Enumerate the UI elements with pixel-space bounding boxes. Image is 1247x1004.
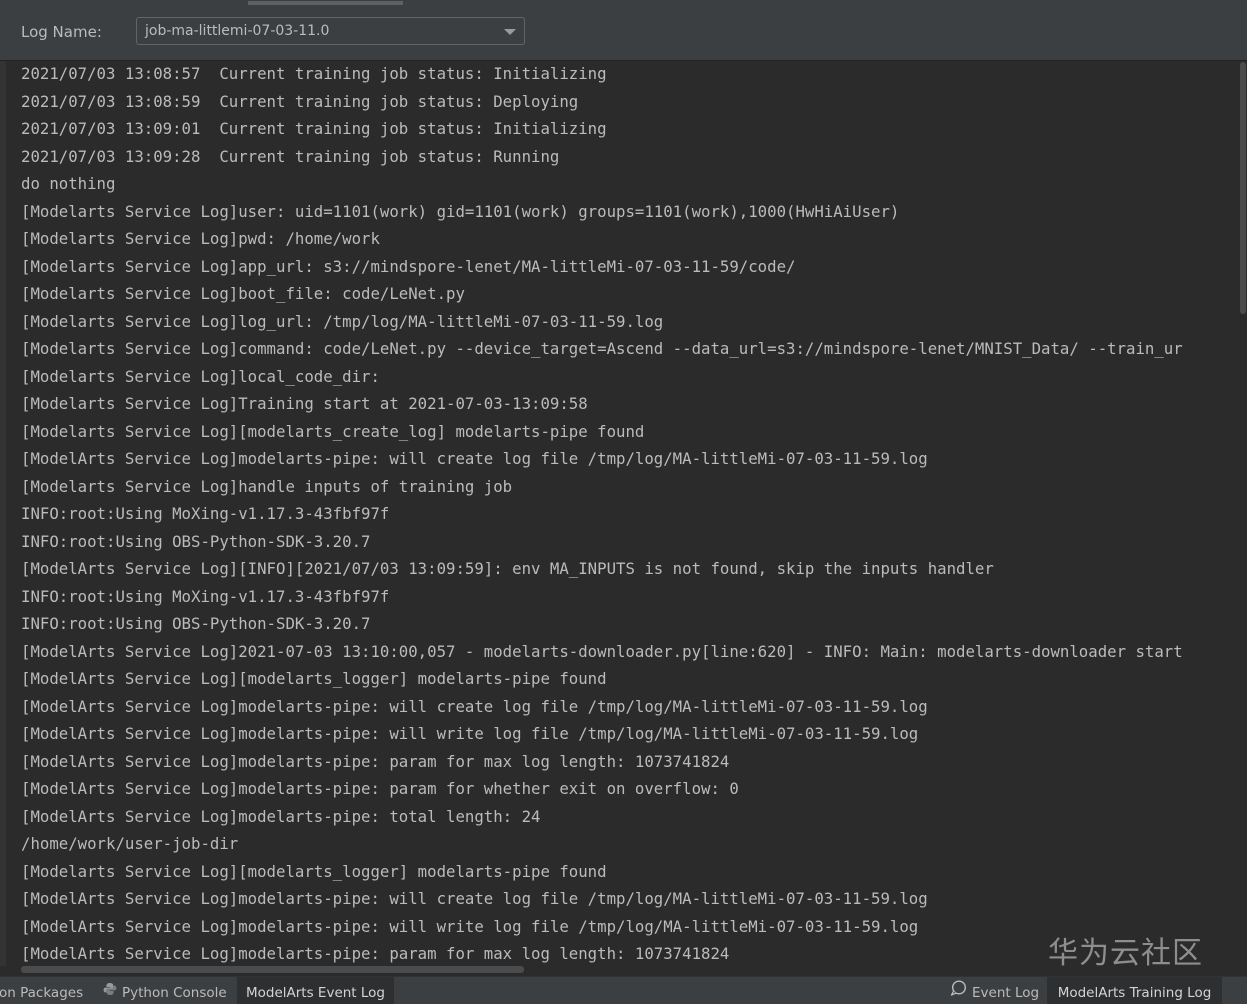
log-line: [Modelarts Service Log][modelarts_create… <box>21 421 645 441</box>
vertical-scrollbar-thumb[interactable] <box>1240 62 1246 314</box>
log-line: [ModelArts Service Log]modelarts-pipe: t… <box>21 806 541 826</box>
speech-bubble-icon <box>950 977 967 1004</box>
log-line: 2021/07/03 13:08:59 Current training job… <box>21 91 579 111</box>
log-line: [Modelarts Service Log]boot_file: code/L… <box>21 284 465 303</box>
log-line: [ModelArts Service Log][INFO][2021/07/03… <box>21 559 994 578</box>
log-line: [Modelarts Service Log]handle inputs of … <box>21 476 513 496</box>
horizontal-scrollbar-thumb[interactable] <box>21 966 524 973</box>
log-line: [Modelarts Service Log][modelarts_logger… <box>21 861 607 881</box>
log-name-select[interactable]: job-ma-littlemi-07-03-11.0 <box>136 17 525 45</box>
tab-python-console-label: Python Console <box>122 985 227 1001</box>
tab-event-log[interactable]: Event Log <box>950 977 1042 1004</box>
tab-modelarts-event-log-label: ModelArts Event Log <box>245 985 385 1001</box>
log-line: 2021/07/03 13:09:28 Current training job… <box>21 146 560 166</box>
top-tab-indicator[interactable] <box>248 1 403 5</box>
tab-python-packages-label: on Packages <box>0 985 84 1001</box>
log-line: [ModelArts Service Log]modelarts-pipe: w… <box>21 696 928 716</box>
chevron-down-icon[interactable] <box>504 29 516 35</box>
log-line: INFO:root:Using OBS-Python-SDK-3.20.7 <box>21 614 371 633</box>
log-line: [ModelArts Service Log]modelarts-pipe: w… <box>21 449 928 468</box>
log-line: [Modelarts Service Log]local_code_dir: <box>21 366 380 386</box>
tab-python-console[interactable]: Python Console <box>103 977 228 1004</box>
log-line: [Modelarts Service Log]app_url: s3://min… <box>21 256 796 276</box>
tab-python-packages[interactable]: on Packages <box>0 977 86 1004</box>
bottom-tool-window-bar: on Packages Python Console ModelArts Eve… <box>0 976 1247 1004</box>
tab-modelarts-training-log-label: ModelArts Training Log <box>1057 985 1212 1001</box>
log-line: do nothing <box>21 174 116 193</box>
log-line: [ModelArts Service Log]modelarts-pipe: p… <box>21 944 730 963</box>
log-line: [ModelArts Service Log]modelarts-pipe: p… <box>21 779 739 798</box>
log-line: [ModelArts Service Log]modelarts-pipe: w… <box>21 916 919 936</box>
log-line: 2021/07/03 13:08:57 Current training job… <box>21 64 607 83</box>
modelarts-training-log-window: Log Name: job-ma-littlemi-07-03-11.0 202… <box>0 0 1247 1004</box>
log-line: /home/work/user-job-dir <box>21 834 239 853</box>
log-line: [Modelarts Service Log]user: uid=1101(wo… <box>21 201 900 221</box>
log-line: [ModelArts Service Log][modelarts_logger… <box>21 669 607 688</box>
python-logo-icon <box>103 977 117 1004</box>
log-line: [Modelarts Service Log]log_url: /tmp/log… <box>21 311 664 331</box>
log-line: [ModelArts Service Log]modelarts-pipe: w… <box>21 889 928 908</box>
log-line: [Modelarts Service Log]Training start at… <box>21 394 588 413</box>
log-line: 2021/07/03 13:09:01 Current training job… <box>21 119 607 138</box>
log-line: [Modelarts Service Log]command: code/LeN… <box>21 339 1183 358</box>
log-line: [ModelArts Service Log]2021-07-03 13:10:… <box>21 641 1183 661</box>
log-line: INFO:root:Using MoXing-v1.17.3-43fbf97f <box>21 586 390 606</box>
tab-modelarts-training-log[interactable]: ModelArts Training Log <box>1047 977 1222 1004</box>
log-line: [Modelarts Service Log]pwd: /home/work <box>21 229 380 248</box>
log-line: INFO:root:Using MoXing-v1.17.3-43fbf97f <box>21 504 390 523</box>
tab-modelarts-event-log[interactable]: ModelArts Event Log <box>237 977 394 1004</box>
tab-event-log-label: Event Log <box>972 985 1040 1001</box>
log-line: [ModelArts Service Log]modelarts-pipe: p… <box>21 751 730 771</box>
log-line: [ModelArts Service Log]modelarts-pipe: w… <box>21 724 919 743</box>
log-header: Log Name: job-ma-littlemi-07-03-11.0 <box>0 6 1247 60</box>
log-line: INFO:root:Using OBS-Python-SDK-3.20.7 <box>21 531 371 551</box>
log-name-label: Log Name: <box>21 23 102 41</box>
watermark-text: 华为云社区 <box>1048 936 1203 971</box>
log-name-value: job-ma-littlemi-07-03-11.0 <box>145 23 330 39</box>
log-output[interactable]: 2021/07/03 13:08:57 Current training job… <box>6 61 1239 966</box>
